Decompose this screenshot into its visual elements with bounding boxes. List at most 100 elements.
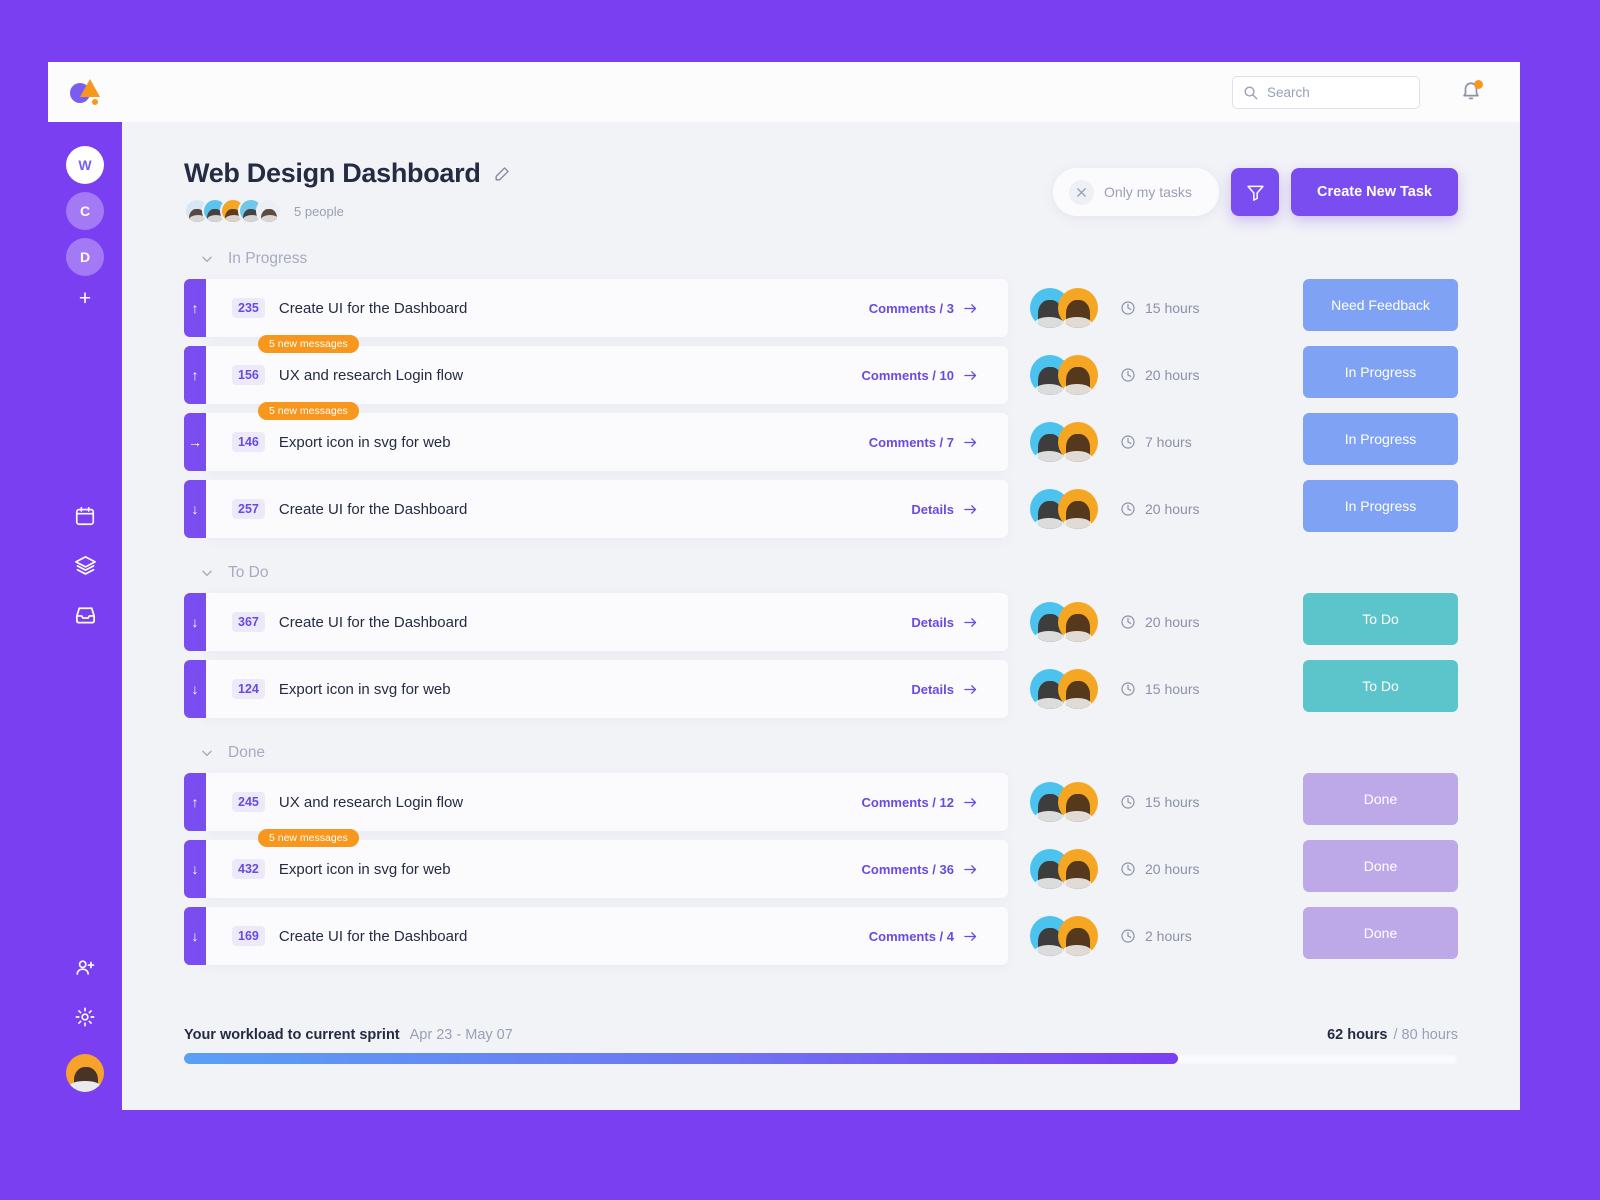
task-row[interactable]: ↑ 5 new messages 156 UX and research Login … bbox=[184, 335, 1458, 404]
task-row[interactable]: ↓ 257 Create UI for the Dashboard Details 20… bbox=[184, 480, 1458, 538]
arrow-right-icon bbox=[964, 797, 977, 807]
sidebar-item-calendar[interactable] bbox=[65, 496, 105, 536]
task-status-badge[interactable]: In Progress bbox=[1303, 413, 1458, 465]
task-row-body[interactable]: 124 Export icon in svg for web Details bbox=[206, 660, 1008, 718]
task-comments-link[interactable]: Details bbox=[911, 682, 978, 697]
task-priority-right[interactable]: → bbox=[184, 413, 206, 471]
priority-arrow-icon: → bbox=[188, 434, 202, 450]
task-status-badge[interactable]: Done bbox=[1303, 840, 1458, 892]
clock-icon bbox=[1121, 502, 1135, 516]
arrow-right-icon bbox=[964, 504, 977, 514]
task-assignees[interactable] bbox=[1008, 346, 1120, 404]
task-row-body[interactable]: 5 new messages 156 UX and research Login f… bbox=[206, 335, 1008, 404]
task-priority-down[interactable]: ↓ bbox=[184, 840, 206, 898]
search-input[interactable]: Search bbox=[1232, 75, 1420, 109]
task-status-badge[interactable]: To Do bbox=[1303, 593, 1458, 645]
task-row[interactable]: ↓ 367 Create UI for the Dashboard Details 20… bbox=[184, 593, 1458, 651]
task-row[interactable]: → 5 new messages 146 Export icon in svg for… bbox=[184, 402, 1458, 471]
task-status-badge[interactable]: In Progress bbox=[1303, 480, 1458, 532]
task-row-body[interactable]: 5 new messages 146 Export icon in svg for … bbox=[206, 402, 1008, 471]
avatar bbox=[1058, 422, 1098, 462]
task-row[interactable]: ↓ 124 Export icon in svg for web Details 15 … bbox=[184, 660, 1458, 718]
task-assignees[interactable] bbox=[1008, 773, 1120, 831]
task-status-badge[interactable]: Done bbox=[1303, 907, 1458, 959]
sidebar-item-settings[interactable] bbox=[65, 997, 105, 1037]
task-status-badge[interactable]: In Progress bbox=[1303, 346, 1458, 398]
task-priority-down[interactable]: ↓ bbox=[184, 593, 206, 651]
chevron-down-icon bbox=[202, 750, 212, 757]
task-priority-up[interactable]: ↑ bbox=[184, 279, 206, 337]
task-row[interactable]: ↓ 5 new messages 432 Export icon in svg for… bbox=[184, 829, 1458, 898]
task-comments-link[interactable]: Details bbox=[911, 615, 978, 630]
clock-icon bbox=[1121, 368, 1135, 382]
task-priority-down[interactable]: ↓ bbox=[184, 660, 206, 718]
workload-progress-track bbox=[184, 1053, 1458, 1064]
avatar bbox=[1058, 782, 1098, 822]
arrow-right-icon bbox=[964, 864, 977, 874]
task-assignees[interactable] bbox=[1008, 480, 1120, 538]
task-row[interactable]: ↑ 235 Create UI for the Dashboard Comments … bbox=[184, 279, 1458, 337]
edit-title-button[interactable] bbox=[493, 164, 512, 183]
task-row-body[interactable]: 367 Create UI for the Dashboard Details bbox=[206, 593, 1008, 651]
sidebar-item-layers[interactable] bbox=[65, 545, 105, 585]
task-row[interactable]: ↑ 245 UX and research Login flow Comments /… bbox=[184, 773, 1458, 831]
task-status-badge[interactable]: Need Feedback bbox=[1303, 279, 1458, 331]
task-priority-down[interactable]: ↓ bbox=[184, 907, 206, 965]
profile-avatar[interactable] bbox=[66, 1054, 104, 1092]
task-assignees[interactable] bbox=[1008, 413, 1120, 471]
task-comments-link[interactable]: Comments / 4 bbox=[869, 929, 978, 944]
section-header[interactable]: Done bbox=[184, 744, 1458, 762]
task-comments-link[interactable]: Comments / 3 bbox=[869, 301, 978, 316]
task-assignees[interactable] bbox=[1008, 907, 1120, 965]
notifications-button[interactable] bbox=[1460, 80, 1483, 104]
sidebar-workspace-d[interactable]: D bbox=[66, 238, 104, 276]
avatar-group[interactable] bbox=[184, 198, 282, 224]
logo-container[interactable] bbox=[48, 78, 122, 106]
sidebar-item-inbox[interactable] bbox=[65, 594, 105, 634]
task-assignees[interactable] bbox=[1008, 660, 1120, 718]
task-assignees[interactable] bbox=[1008, 593, 1120, 651]
create-new-task-button[interactable]: Create New Task bbox=[1291, 168, 1458, 216]
task-hours: 20 hours bbox=[1120, 346, 1295, 404]
task-hours-label: 15 hours bbox=[1145, 300, 1200, 316]
task-priority-down[interactable]: ↓ bbox=[184, 480, 206, 538]
task-row-body[interactable]: 169 Create UI for the Dashboard Comments /… bbox=[206, 907, 1008, 965]
task-priority-up[interactable]: ↑ bbox=[184, 346, 206, 404]
task-hours: 15 hours bbox=[1120, 279, 1295, 337]
clock-icon bbox=[1121, 795, 1135, 809]
new-messages-badge[interactable]: 5 new messages bbox=[258, 402, 359, 420]
task-status-badge[interactable]: Done bbox=[1303, 773, 1458, 825]
sidebar-workspace-w[interactable]: W bbox=[66, 146, 104, 184]
task-comments-link[interactable]: Comments / 7 bbox=[869, 435, 978, 450]
task-row-body[interactable]: 257 Create UI for the Dashboard Details bbox=[206, 480, 1008, 538]
section-header[interactable]: In Progress bbox=[184, 250, 1458, 268]
new-messages-badge[interactable]: 5 new messages bbox=[258, 335, 359, 353]
add-workspace-button[interactable]: + bbox=[66, 284, 104, 314]
task-row-body[interactable]: 235 Create UI for the Dashboard Comments /… bbox=[206, 279, 1008, 337]
only-my-tasks-filter[interactable]: Only my tasks bbox=[1053, 168, 1220, 216]
new-messages-badge[interactable]: 5 new messages bbox=[258, 829, 359, 847]
task-hours: 20 hours bbox=[1120, 593, 1295, 651]
sidebar-workspace-c[interactable]: C bbox=[66, 192, 104, 230]
page-header: Web Design Dashboard 5 people Only my ta… bbox=[184, 158, 1458, 224]
workload-footer: Your workload to current sprint Apr 23 -… bbox=[122, 1027, 1520, 1110]
task-comments-link[interactable]: Comments / 12 bbox=[862, 795, 978, 810]
task-row-body[interactable]: 5 new messages 432 Export icon in svg for … bbox=[206, 829, 1008, 898]
task-priority-up[interactable]: ↑ bbox=[184, 773, 206, 831]
task-hours-label: 7 hours bbox=[1145, 434, 1192, 450]
task-assignees[interactable] bbox=[1008, 840, 1120, 898]
filter-button[interactable] bbox=[1231, 168, 1280, 216]
task-row-body[interactable]: 245 UX and research Login flow Comments / … bbox=[206, 773, 1008, 831]
task-status-badge[interactable]: To Do bbox=[1303, 660, 1458, 712]
task-comments-link[interactable]: Details bbox=[911, 502, 978, 517]
task-comments-label: Details bbox=[911, 681, 954, 697]
sidebar-item-invite[interactable] bbox=[65, 948, 105, 988]
clear-filter-button[interactable] bbox=[1069, 179, 1095, 205]
task-row[interactable]: ↓ 169 Create UI for the Dashboard Comments … bbox=[184, 907, 1458, 965]
task-comments-link[interactable]: Comments / 36 bbox=[862, 862, 978, 877]
task-comments-link[interactable]: Comments / 10 bbox=[862, 368, 978, 383]
task-assignees[interactable] bbox=[1008, 279, 1120, 337]
task-hours: 20 hours bbox=[1120, 480, 1295, 538]
section-header[interactable]: To Do bbox=[184, 564, 1458, 582]
search-placeholder: Search bbox=[1267, 84, 1310, 100]
